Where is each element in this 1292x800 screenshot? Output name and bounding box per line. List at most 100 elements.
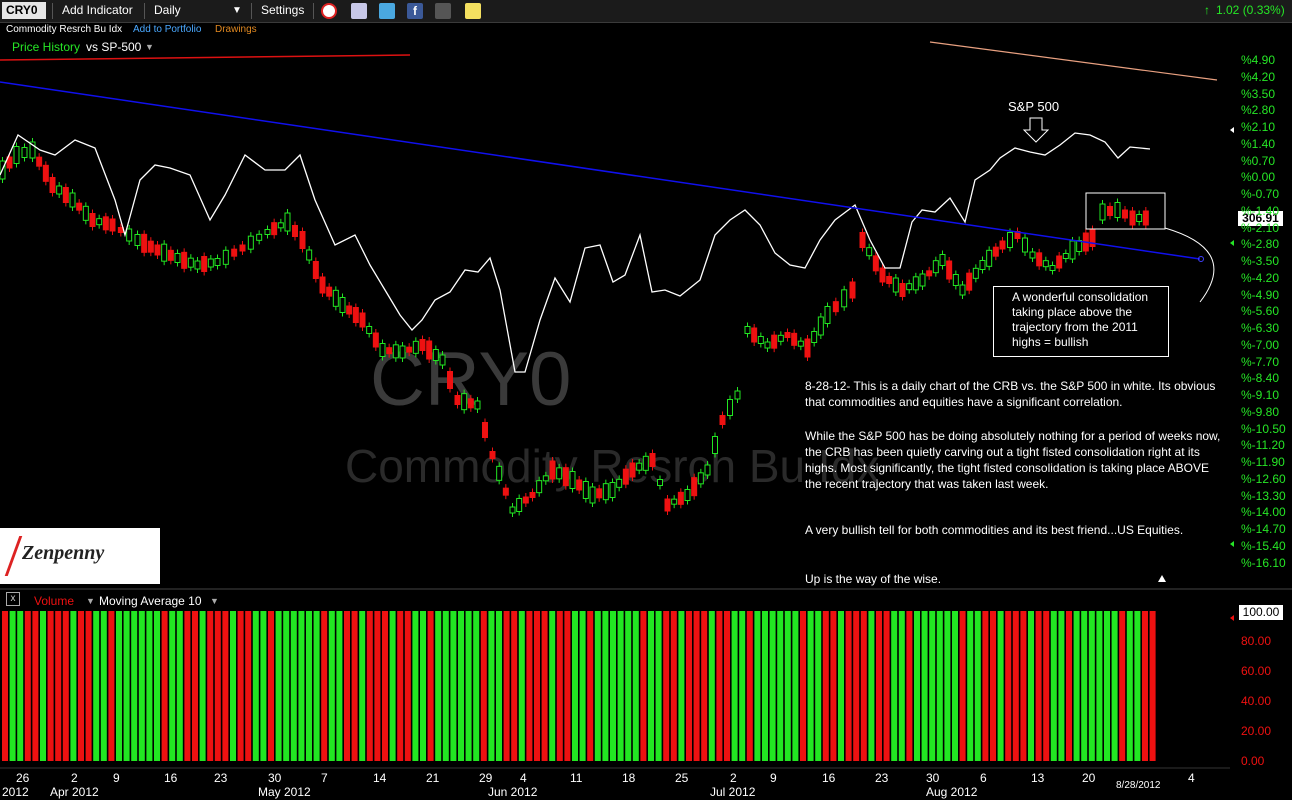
volume-bar	[366, 611, 373, 761]
y-axis-label: %-4.90	[1241, 287, 1280, 302]
candle	[549, 460, 556, 480]
volume-bar	[222, 611, 229, 761]
candle	[596, 488, 603, 499]
volume-bar	[853, 611, 860, 761]
candle	[346, 305, 353, 315]
volume-bar	[138, 611, 145, 761]
volume-bar	[708, 611, 715, 761]
moving-average-label[interactable]: Moving Average 10	[99, 594, 202, 608]
candle	[42, 164, 49, 182]
volume-bar	[777, 611, 784, 761]
volume-bar	[579, 611, 586, 761]
candle	[757, 336, 764, 344]
cursor-date: 8/28/2012	[1116, 780, 1161, 791]
x-axis-tick-label: 14	[373, 771, 387, 785]
candle	[727, 399, 733, 416]
candle	[671, 498, 678, 505]
candle	[677, 491, 684, 505]
volume-bar	[275, 611, 282, 761]
candle	[999, 240, 1006, 250]
volume-bar	[488, 611, 495, 761]
volume-bar	[830, 611, 837, 761]
marker-icon	[1230, 615, 1234, 621]
volume-bar	[564, 611, 571, 761]
volume-bar	[587, 611, 594, 761]
volume-bar	[214, 611, 221, 761]
candle	[412, 340, 419, 354]
candle	[569, 471, 576, 489]
y-axis-label: %-7.70	[1241, 354, 1280, 369]
chevron-down-icon[interactable]: ▼	[86, 596, 95, 606]
volume-bar	[207, 611, 214, 761]
chevron-down-icon[interactable]: ▼	[210, 596, 219, 606]
volume-bar	[252, 611, 259, 761]
volume-bar	[952, 611, 958, 761]
marker-icon	[1230, 541, 1234, 547]
commentary-paragraph: A very bullish tell for both commodities…	[805, 523, 1184, 537]
logo-text: Zenpenny	[22, 542, 105, 564]
resistance-line	[929, 41, 1218, 81]
x-axis-tick-label: 16	[822, 771, 836, 785]
candle	[1007, 232, 1013, 248]
volume-bar	[549, 611, 556, 761]
candle	[872, 255, 879, 272]
candle	[239, 244, 246, 252]
candle	[562, 467, 569, 487]
candle	[899, 283, 906, 297]
volume-bar	[176, 611, 183, 761]
candle	[406, 346, 413, 353]
candle	[467, 398, 474, 409]
volume-bar	[648, 611, 654, 761]
volume-bar	[1050, 611, 1057, 761]
callout-connector	[1164, 227, 1215, 303]
y-axis-label: %-11.20	[1241, 438, 1285, 453]
candle	[332, 289, 339, 307]
volume-bar	[237, 611, 244, 761]
candle	[379, 343, 386, 357]
candle	[959, 284, 966, 296]
candle	[1107, 206, 1113, 216]
candle	[13, 146, 20, 164]
candle	[657, 479, 663, 486]
candle	[602, 483, 609, 501]
x-axis-tick-label: 6	[980, 771, 987, 785]
candle	[777, 334, 784, 342]
consolidation-callout: A wonderful consolidation taking place a…	[993, 286, 1169, 357]
volume-bar	[450, 611, 457, 761]
candle	[134, 234, 141, 246]
volume-bar	[686, 611, 692, 761]
volume-bar	[192, 611, 198, 761]
volume-bar	[328, 611, 335, 761]
candle	[1142, 210, 1149, 226]
volume-bar	[640, 611, 647, 761]
candle	[684, 489, 691, 501]
volume-bar	[336, 611, 343, 761]
volume-bar	[290, 611, 297, 761]
candle	[912, 276, 919, 291]
candle	[352, 307, 359, 323]
marker-icon	[1230, 127, 1234, 133]
volume-bar	[602, 611, 609, 761]
volume-bar	[1126, 611, 1133, 761]
candle	[207, 258, 214, 268]
volume-bar	[556, 611, 563, 761]
x-axis-month-label: Jun 2012	[488, 785, 538, 799]
candle	[529, 492, 536, 498]
candle	[1029, 251, 1036, 259]
candle	[704, 464, 711, 476]
y-axis-label: %-6.30	[1241, 321, 1280, 335]
x-axis-tick-label: 23	[214, 771, 228, 785]
volume-label[interactable]: Volume	[34, 594, 74, 608]
volume-bar	[807, 611, 814, 761]
close-icon[interactable]: x	[6, 592, 20, 606]
candle	[372, 332, 379, 348]
candle	[187, 257, 194, 268]
volume-bar	[967, 611, 974, 761]
volume-bar	[990, 611, 996, 761]
candle	[892, 277, 899, 293]
candle	[76, 202, 83, 211]
y-axis-label: %-8.40	[1241, 371, 1280, 386]
volume-bar	[313, 611, 320, 761]
candle	[454, 395, 461, 405]
candle	[629, 462, 636, 478]
